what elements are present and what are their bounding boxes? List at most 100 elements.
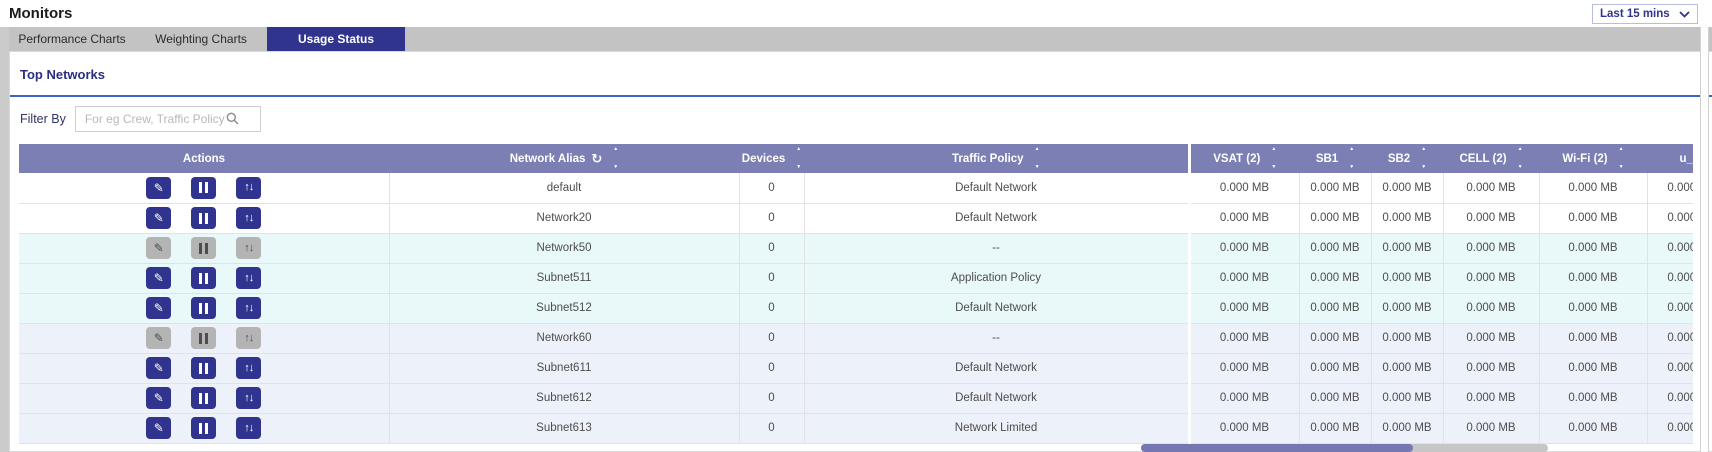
table-row: ✎ ↑↓ Subnet613 0 Network Limited 0.000 M… [19,413,1693,443]
traffic-shaping-button[interactable]: ↑↓ [236,177,261,199]
usage-cell-u-et: 0.000 MB [1647,173,1693,203]
pause-button[interactable] [191,357,216,379]
traffic-shaping-button[interactable]: ↑↓ [236,267,261,289]
usage-cell-cell: 0.000 MB [1443,353,1539,383]
tab-performance-charts[interactable]: Performance Charts [9,27,135,51]
pause-button[interactable] [191,267,216,289]
edit-button[interactable]: ✎ [146,387,171,409]
network-alias-cell: Subnet613 [389,413,739,443]
usage-cell-vsat: 0.000 MB [1189,203,1299,233]
pause-button[interactable] [191,297,216,319]
pause-button[interactable] [191,387,216,409]
usage-cell-u-et: 0.000 MB [1647,323,1693,353]
refresh-icon[interactable]: ↻ [591,152,602,165]
column-header-network-alias[interactable]: Network Alias ↻ ▲▼ [389,144,739,173]
up-down-arrows-icon: ↑↓ [244,182,253,193]
usage-cell-u-et: 0.000 MB [1647,233,1693,263]
table-row: ✎ ↑↓ Network50 0 -- 0.000 MB 0.000 MB 0.… [19,233,1693,263]
sort-arrows[interactable]: ▲▼ [1518,147,1523,170]
pause-button[interactable] [191,417,216,439]
tab-strip: Performance Charts Weighting Charts Usag… [9,27,1712,51]
pause-button[interactable] [191,177,216,199]
actions-cell: ✎ ↑↓ [19,323,389,353]
traffic-shaping-button[interactable]: ↑↓ [236,207,261,229]
usage-cell-sb1: 0.000 MB [1299,353,1371,383]
usage-cell-cell: 0.000 MB [1443,383,1539,413]
horizontal-scrollbar-thumb[interactable] [1141,444,1413,452]
column-header-sb2[interactable]: SB2 ▲▼ [1371,144,1443,173]
left-gutter [0,27,9,452]
edit-button[interactable]: ✎ [146,297,171,319]
usage-cell-sb2: 0.000 MB [1371,383,1443,413]
edit-button[interactable]: ✎ [146,357,171,379]
usage-cell-vsat: 0.000 MB [1189,233,1299,263]
usage-cell-sb1: 0.000 MB [1299,293,1371,323]
tab-usage-status[interactable]: Usage Status [267,27,405,51]
actions-cell: ✎ ↑↓ [19,233,389,263]
edit-icon: ✎ [154,422,164,434]
column-header-u-et[interactable]: u_Et [1647,144,1693,173]
pause-icon [198,333,210,344]
traffic-shaping-button[interactable]: ↑↓ [236,387,261,409]
pause-icon [198,423,210,434]
time-range-select[interactable]: Last 15 mins [1592,4,1698,24]
column-header-cell[interactable]: CELL (2) ▲▼ [1443,144,1539,173]
sort-arrows[interactable]: ▲▼ [1619,147,1624,170]
traffic-shaping-button[interactable]: ↑↓ [236,417,261,439]
usage-cell-wifi: 0.000 MB [1539,353,1647,383]
table-row: ✎ ↑↓ Subnet511 0 Application Policy 0.00… [19,263,1693,293]
sort-arrows[interactable]: ▲▼ [1271,147,1276,170]
usage-cell-u-et: 0.000 MB [1647,203,1693,233]
traffic-policy-cell: Default Network [804,203,1189,233]
usage-cell-vsat: 0.000 MB [1189,263,1299,293]
usage-cell-u-et: 0.000 MB [1647,383,1693,413]
usage-cell-sb1: 0.000 MB [1299,263,1371,293]
page-title: Monitors [9,5,72,22]
tab-weighting-charts[interactable]: Weighting Charts [135,27,267,51]
usage-cell-u-et: 0.000 MB [1647,413,1693,443]
table-row: ✎ ↑↓ Subnet611 0 Default Network 0.000 M… [19,353,1693,383]
edit-button[interactable]: ✎ [146,177,171,199]
sort-arrows[interactable]: ▲▼ [1035,147,1040,170]
up-down-arrows-icon: ↑↓ [244,423,253,434]
vertical-scrollbar[interactable] [1700,27,1709,452]
edit-icon: ✎ [154,272,164,284]
network-alias-cell: Subnet612 [389,383,739,413]
sort-arrows[interactable]: ▲▼ [613,147,618,170]
actions-cell: ✎ ↑↓ [19,413,389,443]
column-header-wifi[interactable]: Wi-Fi (2) ▲▼ [1539,144,1647,173]
usage-cell-vsat: 0.000 MB [1189,413,1299,443]
network-alias-cell: Network50 [389,233,739,263]
edit-icon: ✎ [154,302,164,314]
sort-arrows[interactable]: ▲▼ [796,147,801,170]
column-header-vsat[interactable]: VSAT (2) ▲▼ [1189,144,1299,173]
devices-cell: 0 [739,353,804,383]
edit-button[interactable]: ✎ [146,267,171,289]
section-header: Top Networks [10,52,1712,97]
top-bar: Monitors Last 15 mins [0,0,1712,27]
edit-button[interactable]: ✎ [146,417,171,439]
usage-cell-u-et: 0.000 MB [1647,353,1693,383]
usage-cell-vsat: 0.000 MB [1189,173,1299,203]
horizontal-scrollbar[interactable] [1141,444,1548,452]
traffic-shaping-button[interactable]: ↑↓ [236,357,261,379]
usage-cell-sb1: 0.000 MB [1299,413,1371,443]
edit-button[interactable]: ✎ [146,207,171,229]
usage-cell-wifi: 0.000 MB [1539,383,1647,413]
search-icon[interactable] [226,112,239,130]
usage-cell-sb2: 0.000 MB [1371,323,1443,353]
column-header-devices[interactable]: Devices ▲▼ [739,144,804,173]
traffic-policy-cell: Application Policy [804,263,1189,293]
actions-cell: ✎ ↑↓ [19,383,389,413]
sort-arrows[interactable]: ▲▼ [1421,147,1426,170]
traffic-shaping-button[interactable]: ↑↓ [236,297,261,319]
up-down-arrows-icon: ↑↓ [244,393,253,404]
column-header-traffic-policy[interactable]: Traffic Policy ▲▼ [804,144,1189,173]
sort-arrows[interactable]: ▲▼ [1349,147,1354,170]
pause-icon [198,363,210,374]
time-range-value: Last 15 mins [1600,8,1670,20]
column-header-sb1[interactable]: SB1 ▲▼ [1299,144,1371,173]
usage-cell-wifi: 0.000 MB [1539,413,1647,443]
usage-cell-wifi: 0.000 MB [1539,323,1647,353]
pause-button[interactable] [191,207,216,229]
